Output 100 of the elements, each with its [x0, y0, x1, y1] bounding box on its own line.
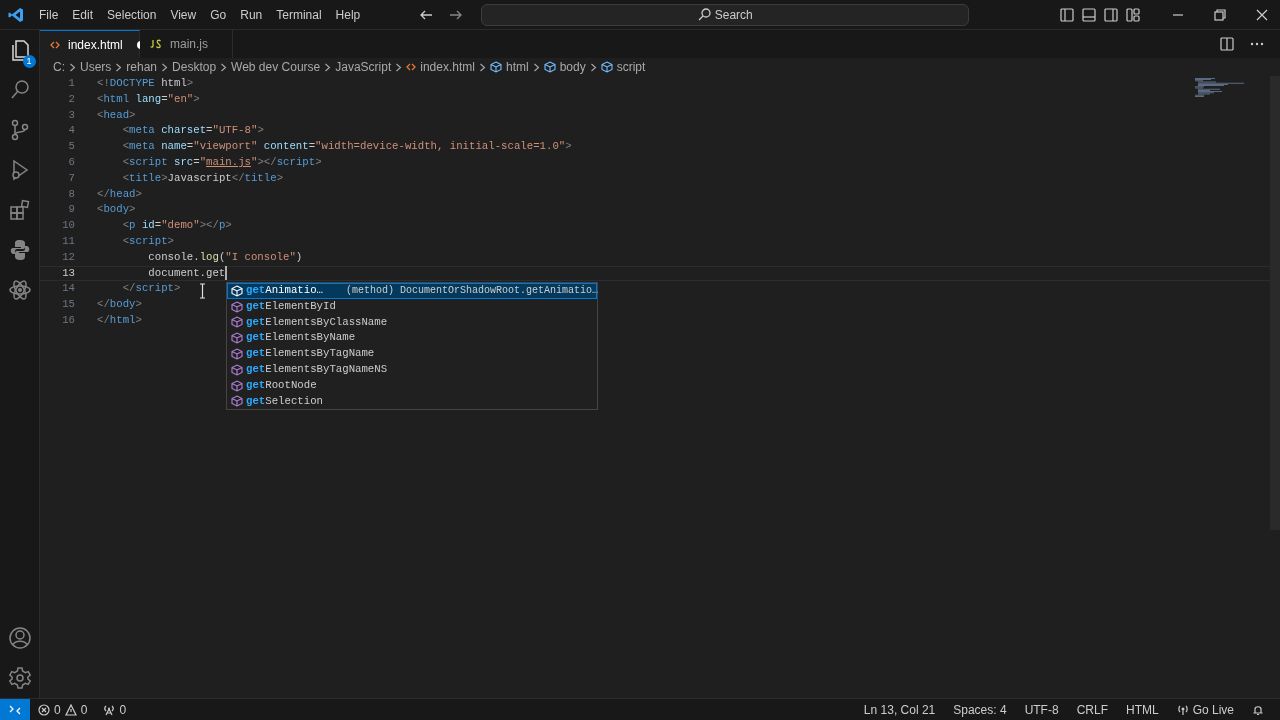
split-editor-icon[interactable] — [1220, 37, 1234, 51]
breadcrumb-item[interactable]: rehan — [126, 58, 158, 76]
menu-item[interactable]: Run — [233, 5, 270, 24]
breadcrumb-item[interactable]: C: — [53, 58, 65, 76]
menu-item[interactable]: Terminal — [269, 5, 329, 24]
chevron-icon — [220, 62, 228, 72]
warning-icon — [64, 703, 77, 716]
line-number: 16 — [61, 312, 76, 328]
menu-item[interactable]: Edit — [65, 5, 101, 24]
remote-button[interactable] — [0, 698, 30, 720]
line-ending-setting[interactable]: CRLF — [1076, 700, 1108, 719]
line-number: 4 — [67, 123, 76, 139]
code-brackets-icon — [50, 39, 60, 50]
code-line: <script src="main.js"></script> — [121, 155, 322, 170]
line-number: 2 — [67, 91, 76, 107]
suggestion-item[interactable]: getElementsByTagNameNS — [227, 362, 597, 378]
menu-item[interactable]: File — [32, 5, 66, 24]
antenna-icon — [103, 703, 116, 716]
line-number: 11 — [61, 233, 76, 249]
chevron-icon — [395, 62, 403, 72]
atom-icon[interactable] — [7, 278, 32, 302]
app-logo-icon — [8, 6, 24, 23]
code-line: <!DOCTYPE html> — [97, 76, 194, 91]
problems-button[interactable]: 0 0 — [38, 700, 88, 719]
menu-item[interactable]: Go — [203, 5, 234, 24]
menu-item[interactable]: Help — [328, 5, 368, 24]
remote-icon — [9, 703, 21, 716]
go-live-button[interactable]: Go Live — [1176, 700, 1234, 719]
indentation-setting[interactable]: Spaces: 4 — [953, 700, 1007, 719]
menu-item[interactable]: View — [163, 5, 204, 24]
cube-icon — [489, 61, 502, 73]
cursor-position[interactable]: Ln 13, Col 21 — [863, 700, 936, 719]
code-line: <meta charset="UTF-8"> — [121, 123, 264, 139]
encoding-setting[interactable]: UTF-8 — [1024, 700, 1059, 719]
cube-icon — [230, 379, 244, 392]
cube-icon — [230, 363, 244, 376]
layout-icon[interactable] — [1126, 7, 1140, 22]
breadcrumb-item[interactable]: body — [559, 58, 586, 76]
account-icon[interactable] — [7, 626, 32, 650]
line-number: 10 — [61, 218, 76, 234]
editor-tab[interactable]: index.html — [40, 30, 140, 58]
bell-icon[interactable] — [1252, 703, 1264, 716]
mouse-cursor-icon — [199, 283, 206, 299]
line-number: 14 — [61, 281, 76, 297]
breadcrumb-item[interactable]: Desktop — [172, 58, 217, 76]
cube-icon — [543, 61, 556, 73]
settings-icon[interactable] — [7, 666, 32, 690]
count-badge: 1 — [22, 55, 36, 68]
suggestion-item[interactable]: getElementsByClassName — [227, 314, 597, 331]
suggestion-item[interactable]: getElementsByName — [227, 330, 597, 347]
chevron-icon — [589, 62, 597, 72]
ports-button[interactable]: 0 — [103, 700, 127, 719]
editor-tab[interactable]: main.js — [140, 30, 233, 58]
cube-icon — [230, 316, 244, 329]
code-line: <head> — [97, 107, 136, 123]
suggestion-item[interactable]: getElementsByTagName — [227, 346, 597, 362]
breadcrumb-item[interactable]: html — [505, 58, 529, 76]
language-mode[interactable]: HTML — [1125, 700, 1159, 719]
text-cursor — [225, 265, 227, 280]
code-line: </head> — [97, 186, 142, 202]
code-line: <body> — [97, 202, 136, 218]
search-box[interactable]: Search — [481, 3, 970, 26]
minimap-drawing — [1195, 78, 1245, 98]
panel-icon[interactable] — [1082, 7, 1096, 22]
line-number: 1 — [67, 76, 76, 91]
breadcrumb-item[interactable]: index.html — [420, 58, 475, 76]
cube-icon — [230, 395, 244, 408]
suggestion-item[interactable]: getSelection — [227, 393, 597, 410]
secondary-sidebar-icon[interactable] — [1104, 7, 1118, 22]
code-line: <meta name="viewport" content="width=device-width, initial-scale=1.0"> — [121, 139, 572, 155]
menu-item[interactable]: Selection — [100, 5, 164, 24]
cube-icon — [230, 332, 244, 345]
primary-sidebar-icon[interactable] — [1060, 7, 1074, 22]
restore-icon[interactable] — [1214, 8, 1226, 21]
code-line: <script> — [121, 233, 174, 249]
breadcrumb-item[interactable]: script — [616, 58, 646, 76]
code-brackets-icon — [406, 62, 417, 72]
code-line: </body> — [97, 297, 142, 313]
suggestion-item[interactable]: getElementById — [227, 298, 597, 315]
code-line: document.get — [147, 265, 226, 281]
line-number: 3 — [67, 107, 76, 123]
js-file-icon — [150, 39, 162, 49]
chevron-icon — [115, 62, 123, 72]
chevron-icon — [161, 62, 169, 72]
line-number: 15 — [61, 297, 76, 313]
code-line: console.log("I console") — [147, 249, 303, 265]
extensions-icon[interactable] — [7, 198, 32, 222]
line-number: 7 — [67, 170, 76, 186]
breadcrumb-item[interactable]: JavaScript — [335, 58, 392, 76]
error-icon — [38, 703, 50, 716]
breadcrumb-item[interactable]: Web dev Course — [231, 58, 321, 76]
line-number: 5 — [67, 139, 76, 155]
cube-icon — [230, 300, 244, 313]
chevron-icon — [532, 62, 540, 72]
chevron-icon — [324, 62, 332, 72]
close-icon[interactable] — [1256, 8, 1268, 21]
line-number: 12 — [61, 249, 76, 265]
line-number: 8 — [67, 186, 76, 202]
suggestion-item[interactable]: getRootNode — [227, 377, 597, 394]
breadcrumb-item[interactable]: Users — [80, 58, 112, 76]
